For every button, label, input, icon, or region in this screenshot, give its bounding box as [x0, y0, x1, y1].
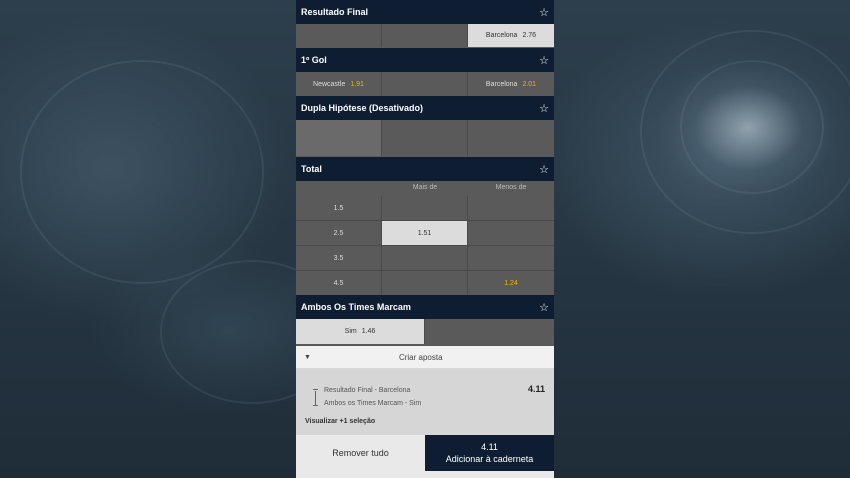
selection-connector-icon — [315, 391, 316, 405]
bet-slip: ▼ Criar aposta Resultado Final - Barcelo… — [296, 346, 554, 478]
bet-slip-body: Resultado Final - Barcelona Ambos os Tim… — [296, 369, 554, 435]
team-label: Newcastle — [313, 80, 346, 88]
odd-cell-disabled — [468, 120, 554, 156]
team-label: Barcelona — [485, 80, 518, 88]
market-title: Ambos Os Times Marcam — [301, 302, 411, 312]
total-line-label: 1.5 — [296, 196, 382, 220]
favorite-star-icon[interactable]: ☆ — [539, 301, 549, 314]
bet-selection: Ambos os Times Marcam - Sim — [324, 400, 422, 407]
column-header-line — [296, 180, 382, 195]
odd-cell-over[interactable]: 1.51 — [382, 221, 468, 245]
market-header-ambos-marcam[interactable]: Ambos Os Times Marcam ☆ — [296, 295, 554, 319]
odd-cell-disabled — [382, 120, 468, 156]
favorite-star-icon[interactable]: ☆ — [539, 54, 549, 67]
odd-cell-newcastle[interactable]: Newcastle 1.91 — [296, 72, 382, 96]
add-to-betslip-button[interactable]: 4.11 Adicionar à caderneta — [425, 435, 554, 471]
total-line-label: 4.5 — [296, 271, 382, 295]
market-title: 1º Gol — [301, 55, 327, 65]
collapse-triangle-icon[interactable]: ▼ — [304, 354, 311, 361]
market-header-total[interactable]: Total ☆ — [296, 157, 554, 181]
column-header-over: Mais de — [412, 184, 438, 191]
betting-panel: Resultado Final ☆ Barcelona 2.76 1º Gol … — [296, 0, 554, 478]
odd-cell-over[interactable] — [382, 246, 468, 270]
total-line-label: 2.5 — [296, 221, 382, 245]
market-title: Dupla Hipótese (Desativado) — [301, 103, 424, 113]
market-row-primeiro-gol: Newcastle 1.91 Barcelona 2.01 — [296, 72, 554, 96]
favorite-star-icon[interactable]: ☆ — [539, 102, 549, 115]
odd-value: 2.01 — [522, 80, 537, 88]
favorite-star-icon[interactable]: ☆ — [539, 163, 549, 176]
background-swirl — [20, 60, 264, 284]
odd-cell-empty[interactable] — [296, 24, 382, 47]
market-title: Resultado Final — [301, 7, 369, 17]
team-label: Barcelona — [485, 32, 518, 39]
total-row: 3.5 — [296, 246, 554, 270]
market-header-resultado-final[interactable]: Resultado Final ☆ — [296, 0, 554, 24]
total-row: 4.5 1.24 — [296, 271, 554, 295]
total-odds: 4.11 — [527, 384, 545, 394]
column-header-under: Menos de — [495, 184, 527, 191]
odd-value: 2.76 — [522, 32, 537, 39]
market-header-primeiro-gol[interactable]: 1º Gol ☆ — [296, 48, 554, 72]
market-row-resultado-final: Barcelona 2.76 — [296, 24, 554, 47]
odd-value: 1.91 — [350, 80, 364, 88]
market-title: Total — [301, 164, 322, 174]
total-row: 2.5 1.51 — [296, 221, 554, 245]
favorite-star-icon[interactable]: ☆ — [539, 6, 549, 19]
odd-cell-over[interactable] — [382, 271, 468, 295]
odd-cell-nao[interactable] — [425, 319, 554, 344]
view-more-link[interactable]: Visualizar +1 seleção — [305, 418, 375, 425]
odd-cell-under[interactable] — [468, 221, 554, 245]
odd-cell-under[interactable] — [468, 246, 554, 270]
total-column-headers: Mais de Menos de — [296, 180, 554, 195]
market-row-ambos-marcam: Sim 1.46 — [296, 319, 554, 344]
odd-cell-barcelona[interactable]: Barcelona 2.76 — [468, 24, 554, 47]
total-line-label: 3.5 — [296, 246, 382, 270]
background-swirl — [680, 60, 824, 194]
bet-slip-title: Criar aposta — [398, 352, 443, 362]
odd-cell-under[interactable]: 1.24 — [468, 271, 554, 295]
odd-value: 1.46 — [361, 328, 376, 335]
add-button-label: Adicionar à caderneta — [445, 454, 534, 464]
odd-cell-empty[interactable] — [382, 24, 468, 47]
odd-cell-barcelona[interactable]: Barcelona 2.01 — [468, 72, 554, 96]
market-row-dupla-hipotese — [296, 120, 554, 156]
odd-cell-empty — [382, 72, 468, 96]
odd-cell-disabled — [296, 120, 382, 156]
add-button-odds: 4.11 — [481, 442, 498, 452]
odd-cell-under[interactable] — [468, 196, 554, 220]
bet-slip-header[interactable]: ▼ Criar aposta — [296, 346, 554, 369]
selection-connector-dot — [313, 389, 318, 390]
total-row: 1.5 — [296, 196, 554, 220]
selection-connector-dot — [313, 405, 318, 406]
remove-all-button[interactable]: Remover tudo — [296, 435, 425, 471]
selection-label: Sim — [344, 328, 357, 335]
bet-slip-actions: Remover tudo 4.11 Adicionar à caderneta — [296, 435, 554, 471]
market-header-dupla-hipotese[interactable]: Dupla Hipótese (Desativado) ☆ — [296, 96, 554, 120]
odd-cell-sim[interactable]: Sim 1.46 — [296, 319, 425, 344]
bet-selection: Resultado Final - Barcelona — [324, 387, 411, 394]
odd-cell-over[interactable] — [382, 196, 468, 220]
